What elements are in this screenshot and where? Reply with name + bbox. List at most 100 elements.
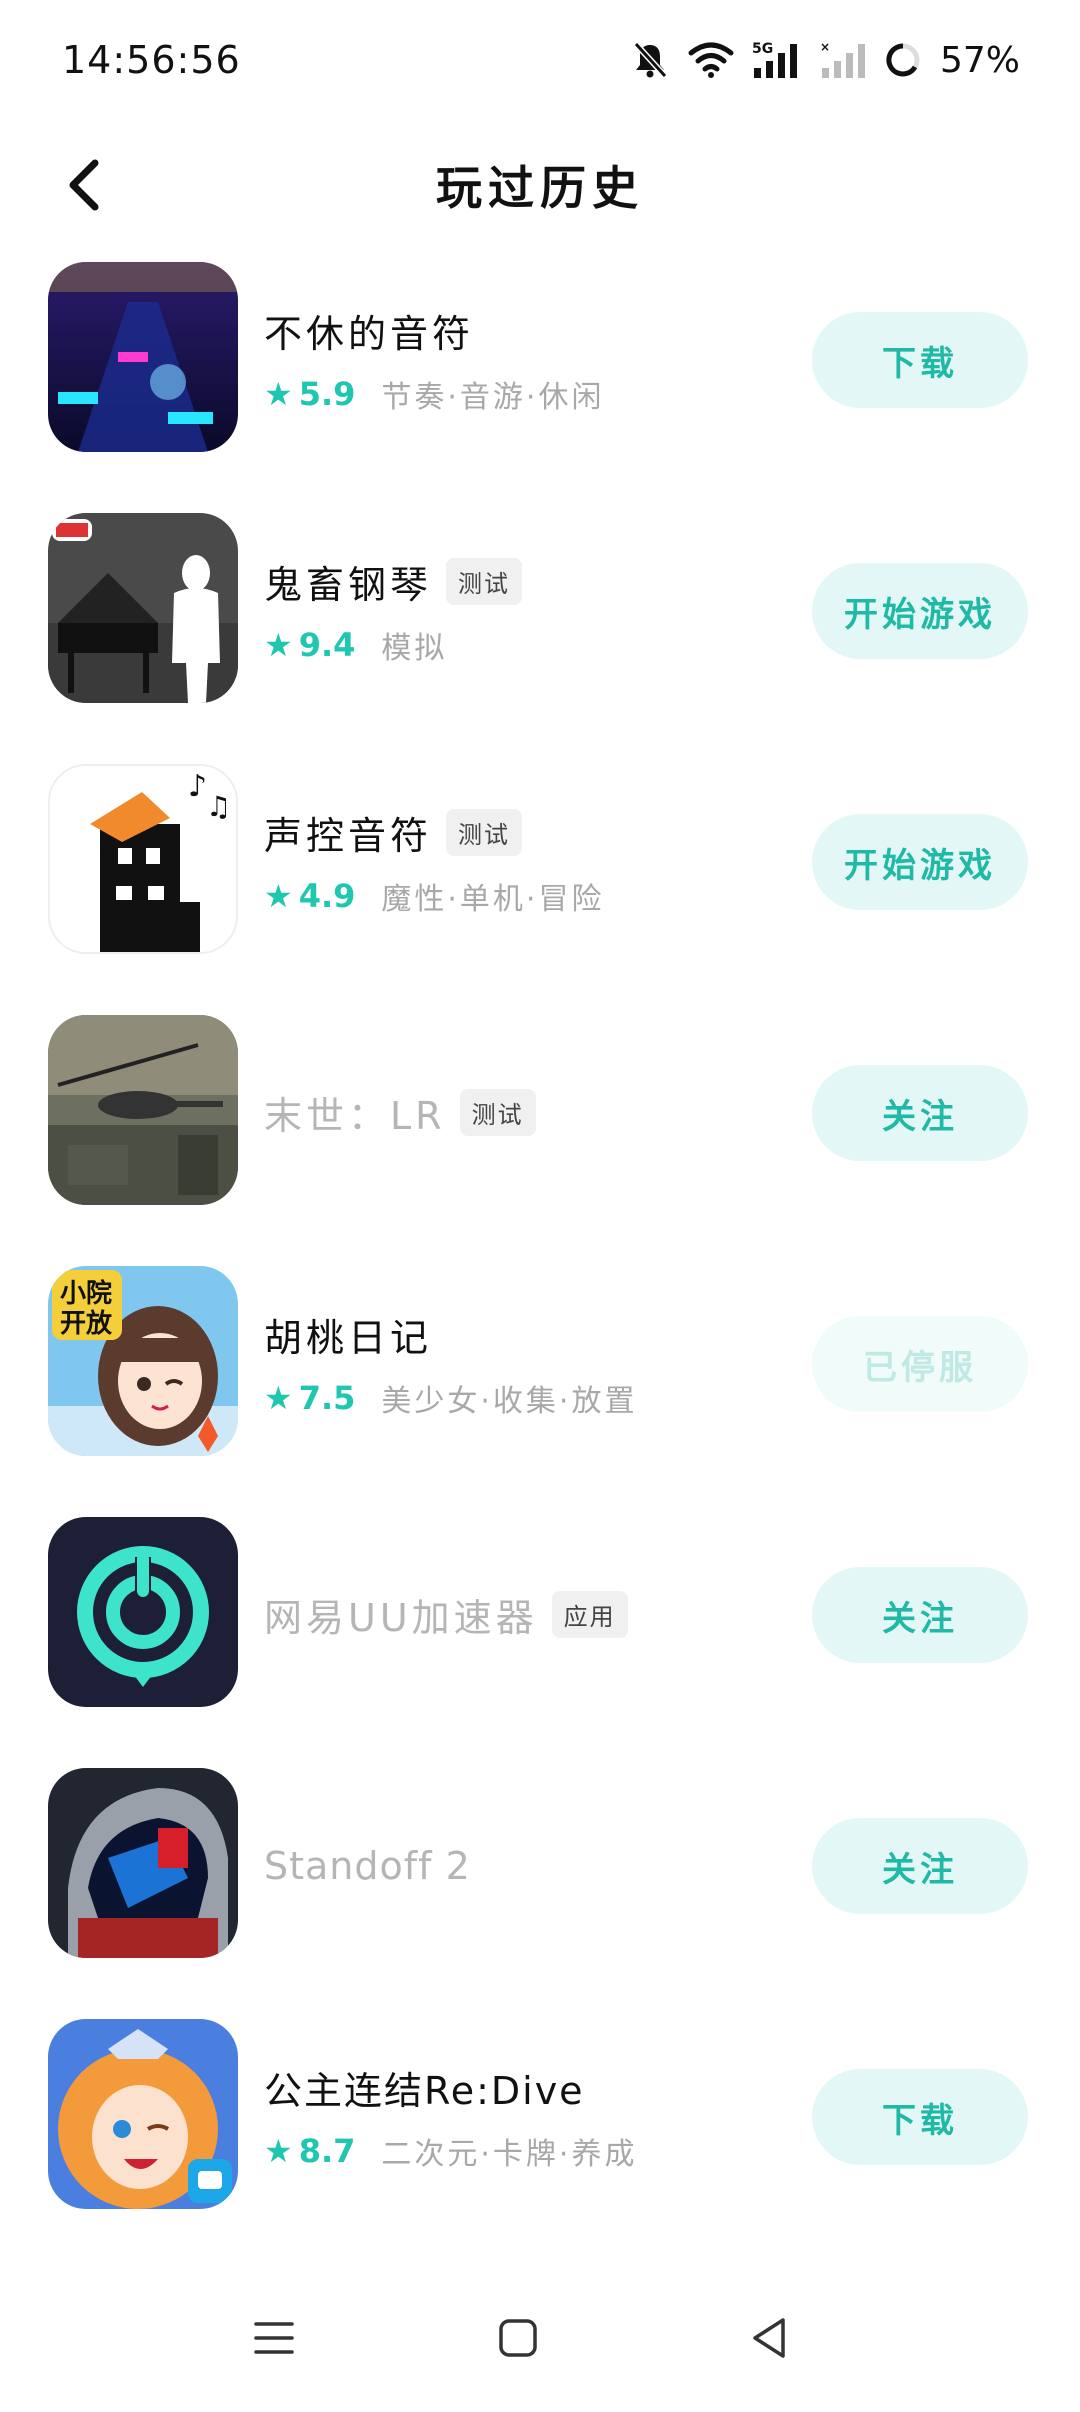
game-info: Standoff 2 — [264, 1740, 784, 1991]
game-name: 网易UU加速器 — [264, 1596, 538, 1640]
star-icon: ★ — [264, 877, 293, 915]
game-info: 公主连结Re:Dive ★ 8.7 二次元·卡牌·养成 — [264, 1991, 784, 2242]
name-line: 胡桃日记 — [264, 1307, 784, 1362]
helicopter-game-icon — [48, 1015, 238, 1205]
game-name: 声控音符 — [264, 814, 433, 858]
game-info: 鬼畜钢琴 测试 ★ 9.4 模拟 — [264, 485, 784, 736]
anime-girl-game-icon: 小院 开放 — [48, 1266, 238, 1456]
list-item[interactable]: 末世：LR 测试 关注 — [0, 987, 1080, 1238]
meta-line: ★ 5.9 节奏·音游·休闲 — [264, 372, 784, 416]
status-icons: 5G × 57% — [630, 36, 1020, 84]
list-item[interactable]: 网易UU加速器 应用 关注 — [0, 1489, 1080, 1740]
home-button[interactable] — [478, 2298, 558, 2378]
tag-badge: 应用 — [551, 1591, 628, 1638]
signal-5g-icon: 5G — [752, 41, 797, 78]
start-game-button[interactable]: 开始游戏 — [812, 814, 1028, 910]
list-container: 不休的音符 ★ 5.9 节奏·音游·休闲 下载 鬼畜钢琴 测试 ★ 9.4 模拟… — [0, 262, 1080, 2258]
tag-badge: 测试 — [446, 809, 523, 856]
categories: 美少女·收集·放置 — [381, 1384, 638, 1419]
list-item[interactable]: ♪ ♫ 声控音符 测试 ★ 4.9 魔性·单机·冒险 开始游戏 — [0, 736, 1080, 987]
rating: 8.7 — [298, 2132, 356, 2170]
list-item[interactable]: 小院 开放 胡桃日记 ★ 7.5 美少女·收集·放置 已停服 — [0, 1238, 1080, 1489]
svg-text:5G: 5G — [752, 41, 773, 57]
game-name: 不休的音符 — [264, 312, 475, 356]
service-stopped-button: 已停服 — [812, 1316, 1028, 1412]
tag-badge: 测试 — [459, 1089, 536, 1136]
game-name: 胡桃日记 — [264, 1316, 433, 1360]
game-info: 声控音符 测试 ★ 4.9 魔性·单机·冒险 — [264, 736, 784, 987]
status-time: 14:56:56 — [62, 38, 241, 82]
name-line: 不休的音符 — [264, 303, 784, 358]
game-history-list[interactable]: 不休的音符 ★ 5.9 节奏·音游·休闲 下载 鬼畜钢琴 测试 ★ 9.4 模拟… — [0, 262, 1080, 2258]
name-line: 声控音符 测试 — [264, 805, 784, 860]
categories: 魔性·单机·冒险 — [381, 882, 605, 917]
tag-badge: 测试 — [446, 558, 523, 605]
name-line: 末世：LR 测试 — [264, 1085, 784, 1140]
screen: 14:56:56 5G × 57% 玩过历史 不休的音符 ★ 5.9 节奏·音游… — [0, 0, 1080, 2412]
wifi-icon — [688, 42, 734, 78]
svg-text:♫: ♫ — [206, 790, 231, 823]
list-item[interactable]: 公主连结Re:Dive ★ 8.7 二次元·卡牌·养成 下载 — [0, 1991, 1080, 2242]
name-line: 网易UU加速器 应用 — [264, 1587, 784, 1642]
categories: 节奏·音游·休闲 — [381, 380, 605, 415]
square-home-icon — [499, 2319, 537, 2357]
star-icon: ★ — [264, 1379, 293, 1417]
princess-game-icon — [48, 2019, 238, 2209]
start-game-button[interactable]: 开始游戏 — [812, 563, 1028, 659]
game-info: 胡桃日记 ★ 7.5 美少女·收集·放置 — [264, 1238, 784, 1489]
meta-line: ★ 9.4 模拟 — [264, 623, 784, 667]
svg-text:开放: 开放 — [60, 1308, 113, 1339]
follow-button[interactable]: 关注 — [812, 1065, 1028, 1161]
meta-line: ★ 7.5 美少女·收集·放置 — [264, 1376, 784, 1420]
recents-button[interactable] — [234, 2298, 314, 2378]
rating: 4.9 — [298, 877, 356, 915]
back-nav-button[interactable] — [730, 2298, 810, 2378]
game-info: 网易UU加速器 应用 — [264, 1489, 784, 1740]
signal-sim2-icon: × — [820, 40, 865, 78]
star-icon: ★ — [264, 626, 293, 664]
status-bar: 14:56:56 5G × 57% — [0, 0, 1080, 120]
download-button[interactable]: 下载 — [812, 312, 1028, 408]
uu-accelerator-icon — [48, 1517, 238, 1707]
page-title: 玩过历史 — [436, 161, 644, 215]
rhythm-game-icon — [48, 262, 238, 452]
game-name: 末世：LR — [264, 1094, 446, 1138]
meta-line: ★ 8.7 二次元·卡牌·养成 — [264, 2129, 784, 2173]
battery-ring-icon — [886, 43, 920, 77]
name-line: 公主连结Re:Dive — [264, 2060, 784, 2115]
follow-button[interactable]: 关注 — [812, 1818, 1028, 1914]
categories: 模拟 — [381, 631, 448, 666]
star-icon: ★ — [264, 375, 293, 413]
list-item[interactable]: 鬼畜钢琴 测试 ★ 9.4 模拟 开始游戏 — [0, 485, 1080, 736]
triangle-back-icon — [753, 2318, 785, 2358]
list-item[interactable] — [0, 2242, 1080, 2258]
star-icon: ★ — [264, 2132, 293, 2170]
svg-text:小院: 小院 — [60, 1278, 112, 1309]
game-name: Standoff 2 — [264, 1843, 471, 1888]
meta-line: ★ 4.9 魔性·单机·冒险 — [264, 874, 784, 918]
mute-bell-icon — [633, 41, 668, 79]
list-item[interactable]: Standoff 2 关注 — [0, 1740, 1080, 1991]
battery-percent: 57% — [939, 39, 1020, 81]
game-name: 鬼畜钢琴 — [264, 563, 433, 607]
rating: 9.4 — [298, 626, 356, 664]
download-button[interactable]: 下载 — [812, 2069, 1028, 2165]
menu-icon — [254, 2322, 294, 2354]
name-line: Standoff 2 — [264, 1844, 784, 1888]
piano-game-icon — [48, 513, 238, 703]
rating: 5.9 — [298, 375, 356, 413]
header: 玩过历史 — [0, 130, 1080, 240]
system-nav-bar — [0, 2258, 1080, 2412]
game-name: 公主连结Re:Dive — [264, 2069, 585, 2113]
categories: 二次元·卡牌·养成 — [381, 2137, 638, 2172]
helmet-game-icon — [48, 1768, 238, 1958]
rating: 7.5 — [298, 1379, 356, 1417]
game-info: 末世：LR 测试 — [264, 987, 784, 1238]
follow-button[interactable]: 关注 — [812, 1567, 1028, 1663]
svg-text:♪: ♪ — [188, 769, 207, 804]
svg-text:×: × — [820, 40, 830, 54]
voice-note-game-icon: ♪ ♫ — [48, 764, 238, 954]
list-item[interactable]: 不休的音符 ★ 5.9 节奏·音游·休闲 下载 — [0, 262, 1080, 485]
name-line: 鬼畜钢琴 测试 — [264, 554, 784, 609]
game-info: 不休的音符 ★ 5.9 节奏·音游·休闲 — [264, 262, 784, 485]
